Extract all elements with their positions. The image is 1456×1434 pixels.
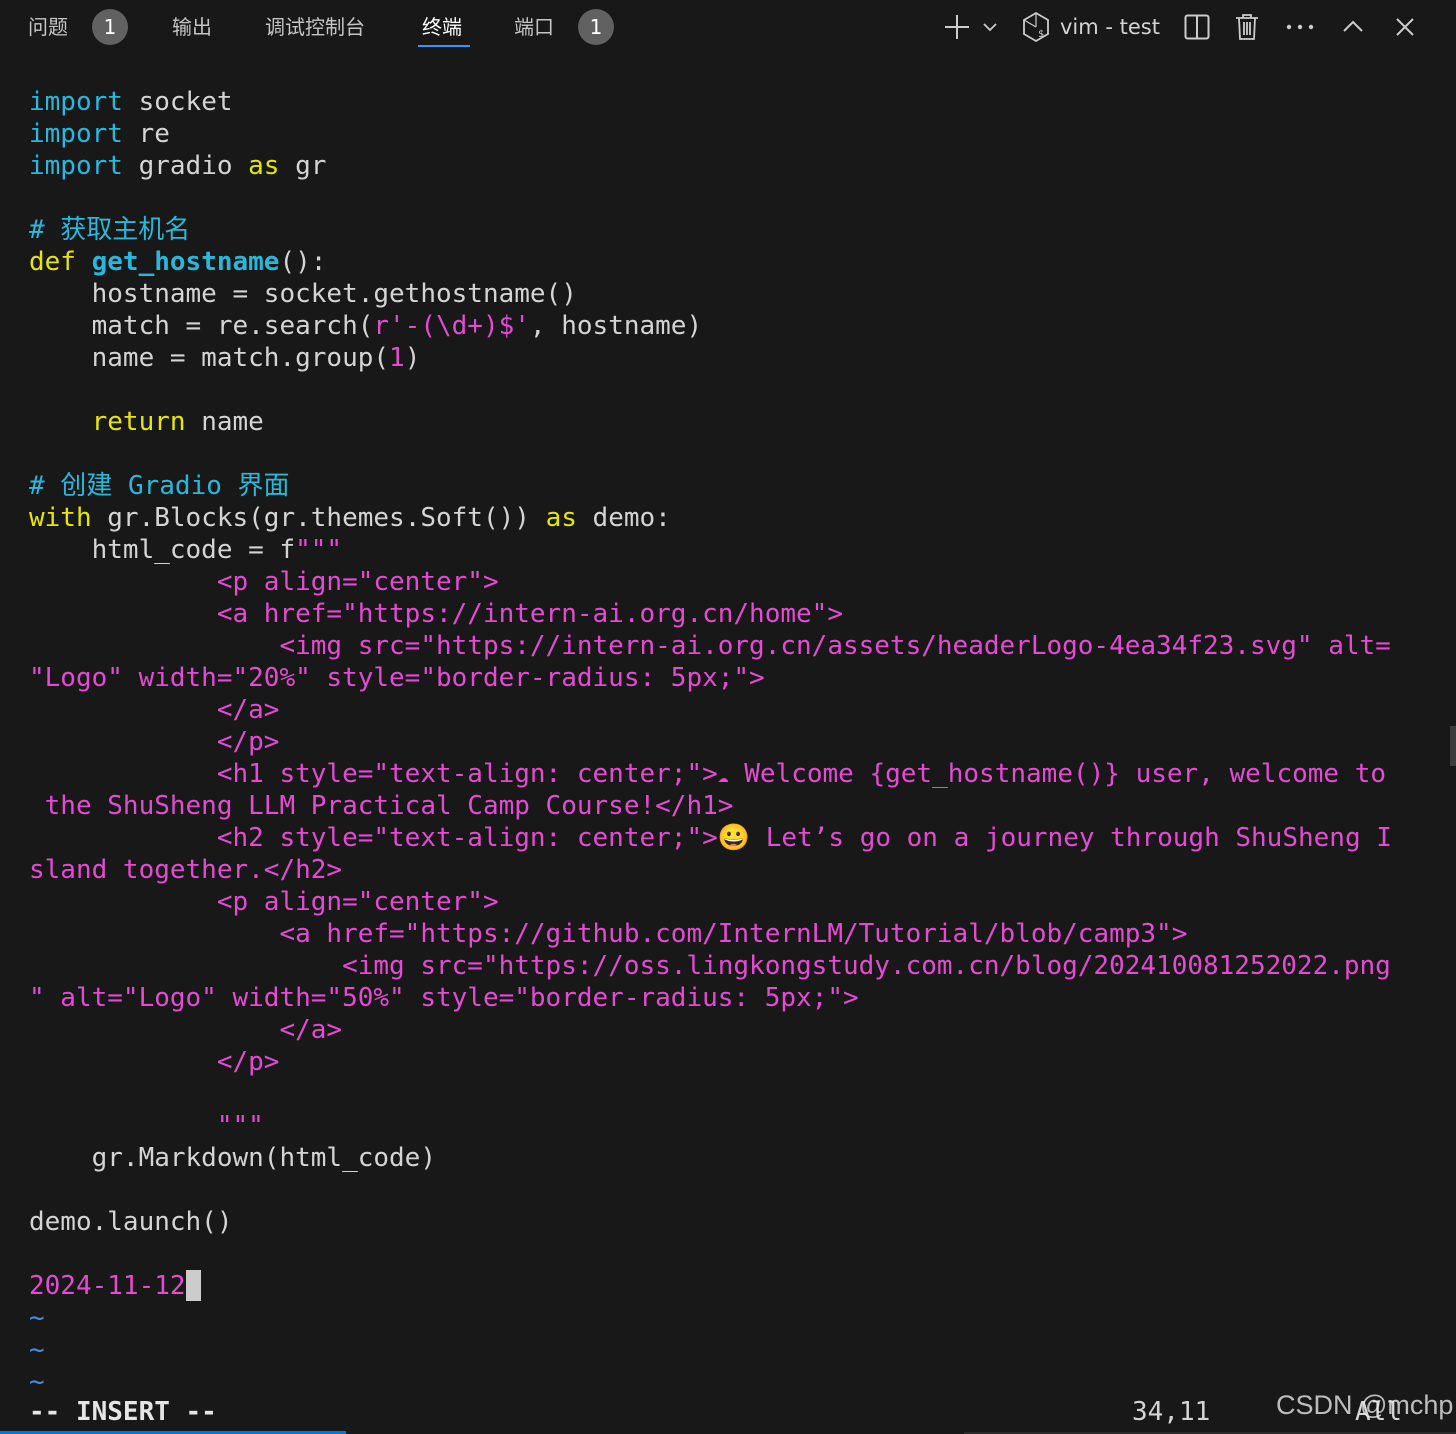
tab-ports[interactable]: 端口 1 [514, 0, 614, 54]
maximize-panel-button[interactable] [1336, 0, 1370, 54]
grin-emoji: 😀 [717, 823, 751, 853]
code-line-date: 2024-11-12 [29, 1270, 201, 1302]
empty-line-tilde: ~ [29, 1367, 45, 1397]
code-line-3: import gradio as gr [29, 151, 327, 181]
code-line-13: <p align="center"> [29, 567, 499, 597]
active-tab-indicator [418, 45, 470, 47]
chevron-up-icon [1343, 20, 1363, 32]
chevron-down-icon [983, 23, 997, 32]
new-terminal-button[interactable] [940, 0, 974, 54]
terminal-shell-icon: $ [1023, 11, 1049, 43]
text-cursor [185, 1270, 201, 1301]
code-line-19: <h1 style="text-align: center;">☁ Welcom… [29, 759, 1387, 789]
code-line-name: name = match.group(1) [29, 343, 421, 373]
code-line-return: return name [91, 407, 264, 437]
more-icon [1286, 24, 1314, 30]
code-line-16: "Logo" width="20%" style="border-radius:… [29, 663, 765, 693]
code-line-hostname: hostname = socket.gethostname() [29, 279, 577, 309]
code-line-29: """ [29, 1111, 264, 1141]
code-line-html-code: html_code = f""" [29, 535, 343, 565]
code-line-launch: demo.launch() [29, 1207, 233, 1237]
terminal-shell-indicator: $ [1018, 0, 1054, 54]
code-line-21: <h2 style="text-align: center;">😀 Let’s … [29, 823, 1392, 853]
empty-line-tilde: ~ [29, 1303, 45, 1333]
code-comment-hostname: # 获取主机名 [29, 215, 191, 245]
kill-terminal-button[interactable] [1230, 0, 1264, 54]
ports-count-badge: 1 [578, 9, 614, 45]
tab-debug-console[interactable]: 调试控制台 [265, 0, 365, 54]
split-editor-icon [1184, 14, 1210, 40]
code-line-1: import socket [29, 87, 233, 117]
plus-icon [945, 15, 969, 39]
code-line-27: </a> [29, 1015, 343, 1045]
code-line-14: <a href="https://intern-ai.org.cn/home"> [29, 599, 843, 629]
trash-icon [1236, 14, 1258, 40]
tab-output-label: 输出 [172, 15, 212, 39]
code-line-def: def get_hostname(): [29, 247, 327, 277]
code-line-22: sland together.</h2> [29, 855, 343, 885]
problems-count-badge: 1 [92, 9, 128, 45]
csdn-watermark: CSDN @mchp [1276, 1390, 1454, 1420]
vertical-scrollbar-thumb[interactable] [1450, 726, 1456, 766]
panel-tab-bar: 问题 1 输出 调试控制台 终端 端口 1 $ vim - test [0, 0, 1456, 54]
code-comment-gradio: # 创建 Gradio 界面 [29, 471, 290, 501]
code-line-match: match = re.search(r'-(\d+)$', hostname) [29, 311, 703, 341]
tab-debug-console-label: 调试控制台 [265, 15, 365, 39]
code-line-17: </a> [29, 695, 280, 725]
tab-ports-label: 端口 [514, 15, 554, 39]
empty-line-tilde: ~ [29, 1335, 45, 1365]
split-terminal-button[interactable] [1180, 0, 1214, 54]
more-actions-button[interactable] [1282, 0, 1318, 54]
tab-output[interactable]: 输出 [172, 0, 212, 54]
tab-problems-label: 问题 [28, 15, 68, 39]
close-icon [1396, 18, 1414, 36]
tab-problems[interactable]: 问题 1 [28, 0, 128, 54]
code-line-18: </p> [29, 727, 280, 757]
code-line-with: with gr.Blocks(gr.themes.Soft()) as demo… [29, 503, 671, 533]
code-line-24: <a href="https://github.com/InternLM/Tut… [29, 919, 1188, 949]
svg-text:$: $ [1038, 29, 1044, 40]
code-line-28: </p> [29, 1047, 280, 1077]
code-line-15: <img src="https://intern-ai.org.cn/asset… [29, 631, 1391, 661]
terminal-profile-dropdown[interactable] [978, 0, 1002, 54]
terminal-name-label[interactable]: vim - test [1060, 0, 1160, 54]
code-line-markdown: gr.Markdown(html_code) [29, 1143, 436, 1173]
code-line-26: " alt="Logo" width="50%" style="border-r… [29, 983, 859, 1013]
code-line-2: import re [29, 119, 170, 149]
code-line-25: <img src="https://oss.lingkongstudy.com.… [29, 951, 1391, 981]
cursor-position: 34,11 [1132, 1397, 1211, 1427]
cloud-emoji: ☁ [717, 766, 729, 787]
close-panel-button[interactable] [1388, 0, 1422, 54]
code-line-20: the ShuSheng LLM Practical Camp Course!<… [29, 791, 734, 821]
tab-terminal-label: 终端 [422, 15, 462, 39]
vim-mode-indicator: -- INSERT -- [29, 1397, 217, 1427]
code-line-23: <p align="center"> [29, 887, 499, 917]
